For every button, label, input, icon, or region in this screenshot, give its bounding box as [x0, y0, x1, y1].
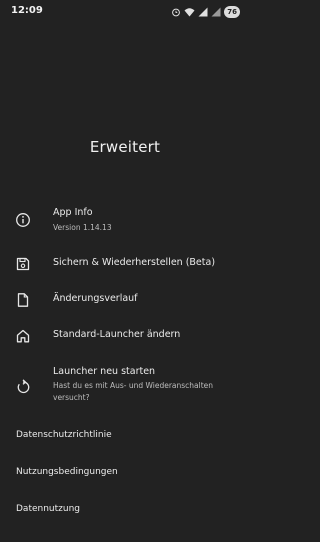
info-icon	[15, 212, 31, 228]
backup-restore-item[interactable]: Sichern & Wiederherstellen (Beta)	[0, 250, 250, 278]
save-icon	[15, 256, 31, 272]
status-bar: 12:09 76	[0, 0, 250, 24]
restart-launcher-item[interactable]: Launcher neu starten Hast du es mit Aus-…	[0, 362, 250, 410]
alarm-icon	[171, 7, 181, 17]
file-icon	[15, 292, 31, 308]
default-launcher-label: Standard-Launcher ändern	[53, 329, 181, 340]
battery-indicator: 76	[224, 5, 240, 18]
status-icons: 76	[171, 5, 240, 18]
clock: 12:09	[11, 5, 43, 16]
wifi-icon	[184, 7, 195, 17]
changelog-item[interactable]: Änderungsverlauf	[0, 286, 250, 314]
data-usage-link[interactable]: Datennutzung	[16, 504, 80, 514]
restart-launcher-label: Launcher neu starten	[53, 366, 156, 377]
app-version: Version 1.14.13	[53, 223, 112, 232]
app-info-label: App Info	[53, 207, 93, 218]
page-title: Erweitert	[89, 138, 161, 156]
terms-of-use-link[interactable]: Nutzungsbedingungen	[16, 467, 118, 477]
privacy-policy-link[interactable]: Datenschutzrichtlinie	[16, 430, 112, 440]
restart-launcher-subtitle: Hast du es mit Aus- und Wiederanschalten…	[53, 381, 214, 402]
signal-icon	[198, 7, 208, 17]
home-icon	[15, 328, 31, 344]
restart-icon	[15, 379, 31, 395]
backup-restore-label: Sichern & Wiederherstellen (Beta)	[53, 257, 216, 268]
app-info-item[interactable]: App Info Version 1.14.13	[0, 200, 250, 240]
changelog-label: Änderungsverlauf	[53, 293, 138, 304]
default-launcher-item[interactable]: Standard-Launcher ändern	[0, 322, 250, 350]
signal-icon	[211, 7, 221, 17]
